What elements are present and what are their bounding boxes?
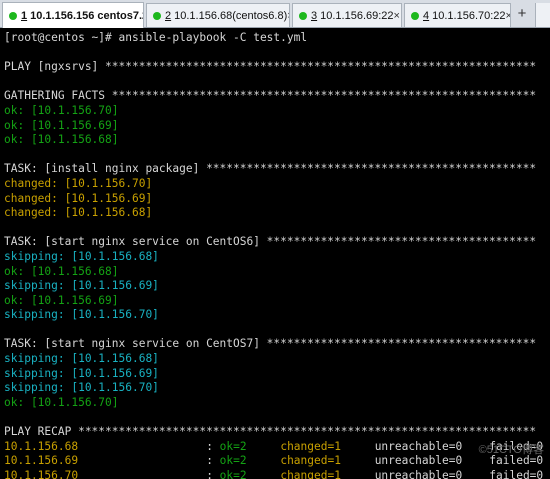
tab-session-3[interactable]: 3 10.1.156.69:22 × bbox=[292, 3, 402, 27]
terminal-line: skipping: [10.1.156.70] bbox=[4, 308, 159, 322]
terminal-line: TASK: [start nginx service on CentOS6] *… bbox=[4, 235, 537, 249]
recap-changed: changed=1 bbox=[280, 454, 341, 468]
terminal-line: ok: [10.1.156.69] bbox=[4, 118, 119, 132]
terminal-output[interactable]: [root@centos ~]# ansible-playbook -C tes… bbox=[0, 29, 550, 479]
terminal-line: changed: [10.1.156.69] bbox=[4, 191, 153, 205]
tab-session-4[interactable]: 4 10.1.156.70:22 × bbox=[404, 3, 511, 27]
terminal-line: ok: [10.1.156.69] bbox=[4, 293, 119, 307]
terminal-line: skipping: [10.1.156.70] bbox=[4, 381, 159, 395]
terminal-line: skipping: [10.1.156.68] bbox=[4, 249, 159, 263]
tab-label: 10.1.156.70:22 bbox=[432, 9, 506, 22]
tab-number: 2 bbox=[165, 9, 172, 22]
terminal-line: ok: [10.1.156.70] bbox=[4, 103, 119, 117]
recap-ok: ok=2 bbox=[219, 454, 247, 468]
tab-label: 10.1.156.68(centos6.8) bbox=[174, 9, 288, 22]
recap-unreachable: unreachable=0 bbox=[374, 439, 463, 453]
tab-number: 1 bbox=[21, 9, 28, 22]
terminal-line: [root@centos ~]# ansible-playbook -C tes… bbox=[4, 31, 308, 44]
tab-scroll-right-button[interactable] bbox=[535, 3, 550, 27]
terminal-line: ok: [10.1.156.68] bbox=[4, 133, 119, 147]
recap-host: 10.1.156.68 bbox=[4, 439, 79, 453]
recap-unreachable: unreachable=0 bbox=[374, 468, 463, 479]
terminal-line: skipping: [10.1.156.69] bbox=[4, 366, 159, 380]
tab-session-1[interactable]: 1 10.1.156.156 centos7.2 × bbox=[2, 2, 144, 28]
tab-number: 3 bbox=[311, 9, 318, 22]
recap-host: 10.1.156.69 bbox=[4, 454, 79, 468]
close-icon[interactable]: × bbox=[394, 10, 400, 22]
recap-row: 10.1.156.68: ok=2 changed=1 unreachable=0 f… bbox=[4, 440, 546, 455]
connected-status-icon bbox=[299, 11, 307, 20]
terminal-line: skipping: [10.1.156.68] bbox=[4, 352, 159, 366]
recap-separator: : bbox=[206, 454, 220, 468]
tab-session-2[interactable]: 2 10.1.156.68(centos6.8) × bbox=[146, 3, 290, 27]
recap-row: 10.1.156.69: ok=2 changed=1 unreachable=0 f… bbox=[4, 454, 546, 469]
terminal-line: TASK: [install nginx package] **********… bbox=[4, 162, 537, 176]
terminal-line: skipping: [10.1.156.69] bbox=[4, 279, 159, 293]
recap-changed: changed=1 bbox=[280, 468, 341, 479]
watermark: ©51CTO博客 bbox=[478, 444, 544, 456]
tab-label: 10.1.156.156 centos7.2 bbox=[30, 9, 144, 22]
recap-separator: : bbox=[206, 439, 220, 453]
recap-separator: : bbox=[206, 468, 220, 479]
terminal-line: ok: [10.1.156.70] bbox=[4, 395, 119, 409]
tab-number: 4 bbox=[423, 9, 430, 22]
terminal-line: TASK: [start nginx service on CentOS7] *… bbox=[4, 337, 537, 351]
tab-bar: 1 10.1.156.156 centos7.2 × 2 10.1.156.68… bbox=[0, 0, 550, 28]
recap-row: 10.1.156.70: ok=2 changed=1 unreachable=0 f… bbox=[4, 469, 546, 479]
recap-unreachable: unreachable=0 bbox=[374, 454, 463, 468]
recap-ok: ok=2 bbox=[219, 439, 247, 453]
terminal-line: PLAY RECAP *****************************… bbox=[4, 425, 537, 439]
connected-status-icon bbox=[153, 11, 161, 20]
connected-status-icon bbox=[411, 11, 419, 20]
new-tab-button[interactable]: + bbox=[513, 5, 531, 23]
terminal-line: changed: [10.1.156.70] bbox=[4, 176, 153, 190]
recap-ok: ok=2 bbox=[219, 468, 247, 479]
recap-host: 10.1.156.70 bbox=[4, 468, 79, 479]
connected-status-icon bbox=[9, 11, 17, 20]
terminal-line: GATHERING FACTS ************************… bbox=[4, 89, 537, 103]
terminal-line: PLAY [ngxsrvs] *************************… bbox=[4, 60, 537, 74]
tab-label: 10.1.156.69:22 bbox=[320, 9, 394, 22]
recap-changed: changed=1 bbox=[280, 439, 341, 453]
terminal-line: changed: [10.1.156.68] bbox=[4, 206, 153, 220]
terminal-line: ok: [10.1.156.68] bbox=[4, 264, 119, 278]
close-icon[interactable]: × bbox=[506, 10, 510, 22]
recap-failed: failed=0 bbox=[489, 468, 544, 479]
close-icon[interactable]: × bbox=[287, 10, 289, 22]
